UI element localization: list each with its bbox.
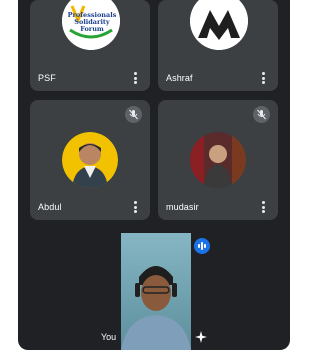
participant-tile-ashraf[interactable]: Ashraf: [158, 0, 278, 91]
participant-name: Ashraf: [166, 73, 193, 83]
self-view-tile[interactable]: You: [95, 230, 215, 350]
participant-avatar: Professionals Solidarity Forum: [62, 0, 120, 50]
participant-avatar: [62, 132, 118, 188]
participant-tile-abdul[interactable]: Abdul: [30, 100, 150, 220]
participant-tile-psf[interactable]: Professionals Solidarity Forum PSF: [30, 0, 150, 91]
psf-logo: Professionals Solidarity Forum: [62, 0, 120, 50]
more-options-icon[interactable]: [262, 201, 266, 213]
mic-off-icon: [253, 106, 270, 123]
camera-feed: [121, 233, 191, 350]
participant-name: Abdul: [38, 202, 62, 212]
sparkle-effects-icon[interactable]: [195, 330, 207, 343]
participant-name: PSF: [38, 73, 56, 83]
more-options-icon[interactable]: [134, 201, 138, 213]
audio-level-icon: [194, 238, 210, 254]
participant-avatar: [190, 0, 248, 50]
more-options-icon[interactable]: [134, 72, 138, 84]
more-options-icon[interactable]: [262, 72, 266, 84]
ashraf-logo: [190, 0, 248, 50]
mic-off-icon: [125, 106, 142, 123]
participant-tile-mudasir[interactable]: mudasir: [158, 100, 278, 220]
participant-name: mudasir: [166, 202, 199, 212]
self-name: You: [101, 332, 117, 342]
participant-avatar: [190, 132, 246, 188]
meeting-stage: Professionals Solidarity Forum PSF Ashra…: [18, 0, 290, 350]
svg-text:Forum: Forum: [80, 25, 104, 33]
